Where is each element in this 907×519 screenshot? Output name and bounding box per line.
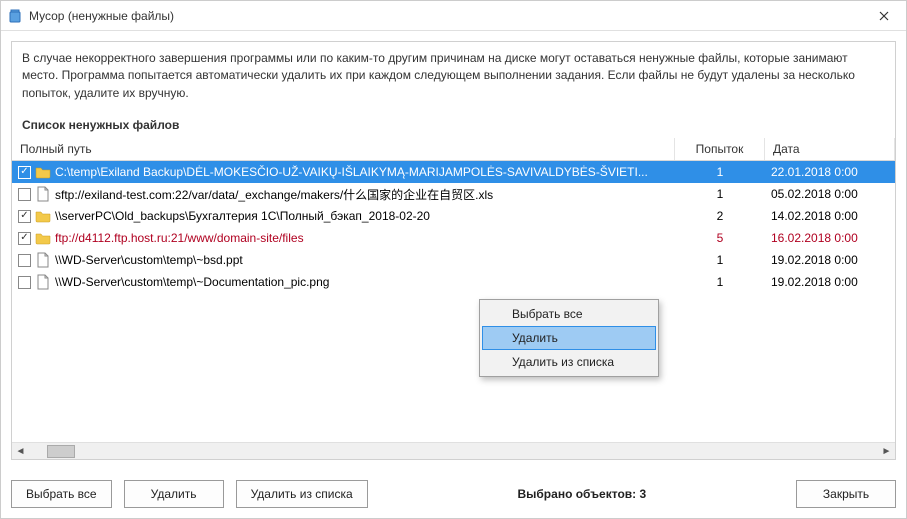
cell-date: 19.02.2018 0:00: [765, 249, 895, 271]
footer: Выбрать все Удалить Удалить из списка Вы…: [1, 470, 906, 518]
select-all-button[interactable]: Выбрать все: [11, 480, 112, 508]
table-row[interactable]: \\serverPC\Old_backups\Бухгалтерия 1С\По…: [12, 205, 895, 227]
info-text: В случае некорректного завершения програ…: [11, 41, 896, 110]
column-header-path[interactable]: Полный путь: [12, 138, 675, 160]
cell-attempts: 1: [675, 161, 765, 183]
cell-path: sftp://exiland-test.com:22/var/data/_exc…: [12, 183, 675, 205]
row-checkbox[interactable]: [18, 166, 31, 179]
row-path-text: \\WD-Server\custom\temp\~Documentation_p…: [55, 275, 329, 289]
row-checkbox[interactable]: [18, 254, 31, 267]
cell-attempts: 1: [675, 249, 765, 271]
folder-icon: [35, 230, 51, 246]
remove-from-list-button[interactable]: Удалить из списка: [236, 480, 368, 508]
folder-icon: [35, 208, 51, 224]
row-path-text: ftp://d4112.ftp.host.ru:21/www/domain-si…: [55, 231, 304, 245]
row-path-text: \\WD-Server\custom\temp\~bsd.ppt: [55, 253, 243, 267]
trash-window: Мусор (ненужные файлы) В случае некоррек…: [0, 0, 907, 519]
file-icon: [35, 252, 51, 268]
scroll-thumb[interactable]: [47, 445, 75, 458]
cell-attempts: 2: [675, 205, 765, 227]
table-row[interactable]: C:\temp\Exiland Backup\DĖL-MOKESČIO-UŽ-V…: [12, 161, 895, 183]
list-heading: Список ненужных файлов: [11, 110, 896, 138]
cell-attempts: 1: [675, 183, 765, 205]
row-path-text: sftp://exiland-test.com:22/var/data/_exc…: [55, 186, 493, 203]
scroll-right-arrow-icon[interactable]: ►: [878, 443, 895, 460]
close-button[interactable]: Закрыть: [796, 480, 896, 508]
titlebar: Мусор (ненужные файлы): [1, 1, 906, 31]
window-close-button[interactable]: [862, 1, 906, 31]
file-table: Полный путь Попыток Дата C:\temp\Exiland…: [11, 138, 896, 460]
table-row[interactable]: ftp://d4112.ftp.host.ru:21/www/domain-si…: [12, 227, 895, 249]
row-checkbox[interactable]: [18, 232, 31, 245]
table-row[interactable]: sftp://exiland-test.com:22/var/data/_exc…: [12, 183, 895, 205]
file-icon: [35, 274, 51, 290]
table-row[interactable]: \\WD-Server\custom\temp\~bsd.ppt 119.02.2…: [12, 249, 895, 271]
content-area: В случае некорректного завершения програ…: [1, 31, 906, 470]
scroll-left-arrow-icon[interactable]: ◄: [12, 443, 29, 460]
app-icon: [7, 8, 23, 24]
cell-date: 05.02.2018 0:00: [765, 183, 895, 205]
folder-icon: [35, 164, 51, 180]
window-title: Мусор (ненужные файлы): [29, 9, 862, 23]
selection-status: Выбрано объектов: 3: [380, 487, 784, 501]
delete-button[interactable]: Удалить: [124, 480, 224, 508]
context-menu-delete[interactable]: Удалить: [482, 326, 656, 350]
cell-path: C:\temp\Exiland Backup\DĖL-MOKESČIO-UŽ-V…: [12, 161, 675, 183]
context-menu-remove-from-list[interactable]: Удалить из списка: [482, 350, 656, 374]
cell-date: 22.01.2018 0:00: [765, 161, 895, 183]
cell-path: \\WD-Server\custom\temp\~bsd.ppt: [12, 249, 675, 271]
file-icon: [35, 186, 51, 202]
row-checkbox[interactable]: [18, 210, 31, 223]
close-icon: [879, 11, 889, 21]
table-header: Полный путь Попыток Дата: [12, 138, 895, 161]
cell-attempts: 5: [675, 227, 765, 249]
cell-attempts: 1: [675, 271, 765, 293]
row-checkbox[interactable]: [18, 188, 31, 201]
cell-date: 16.02.2018 0:00: [765, 227, 895, 249]
cell-path: \\WD-Server\custom\temp\~Documentation_p…: [12, 271, 675, 293]
cell-path: \\serverPC\Old_backups\Бухгалтерия 1С\По…: [12, 205, 675, 227]
column-header-date[interactable]: Дата: [765, 138, 895, 160]
row-checkbox[interactable]: [18, 276, 31, 289]
cell-date: 14.02.2018 0:00: [765, 205, 895, 227]
horizontal-scrollbar[interactable]: ◄ ►: [12, 442, 895, 459]
table-body[interactable]: C:\temp\Exiland Backup\DĖL-MOKESČIO-UŽ-V…: [12, 161, 895, 442]
table-row[interactable]: \\WD-Server\custom\temp\~Documentation_p…: [12, 271, 895, 293]
column-header-attempts[interactable]: Попыток: [675, 138, 765, 160]
context-menu: Выбрать все Удалить Удалить из списка: [479, 299, 659, 377]
row-path-text: \\serverPC\Old_backups\Бухгалтерия 1С\По…: [55, 209, 430, 223]
cell-path: ftp://d4112.ftp.host.ru:21/www/domain-si…: [12, 227, 675, 249]
context-menu-select-all[interactable]: Выбрать все: [482, 302, 656, 326]
cell-date: 19.02.2018 0:00: [765, 271, 895, 293]
row-path-text: C:\temp\Exiland Backup\DĖL-MOKESČIO-UŽ-V…: [55, 165, 648, 179]
